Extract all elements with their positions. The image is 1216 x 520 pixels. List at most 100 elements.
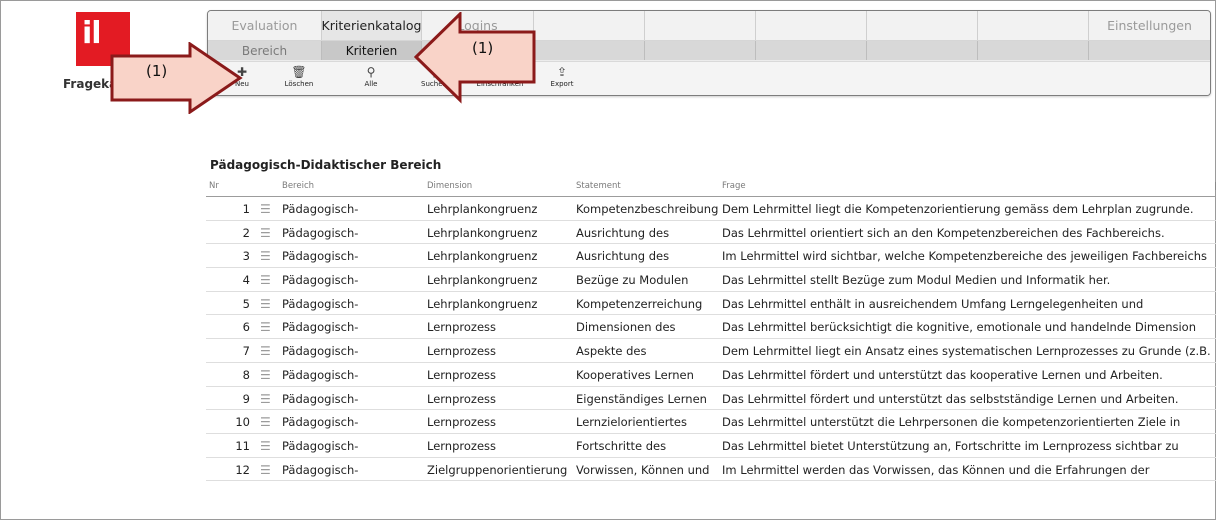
row-bereich: Pädagogisch- [282,367,359,382]
subtab-empty-3[interactable] [645,41,756,60]
export-label: Export [550,80,574,88]
table-row[interactable]: 6 ☰ Pädagogisch- Lernprozess Dimensionen des… [206,315,1216,340]
row-bereich: Pädagogisch- [282,462,359,477]
drag-handle-icon[interactable]: ☰ [260,202,271,216]
row-bereich: Pädagogisch- [282,391,359,406]
drag-handle-icon[interactable]: ☰ [260,368,271,382]
row-dimension: Lernprozess [427,367,496,382]
table-row[interactable]: 10 ☰ Pädagogisch- Lernprozess Lernzielorient… [206,410,1216,434]
row-nr: 7 [242,344,250,359]
search-icon: ⚲ [366,65,376,79]
row-bereich: Pädagogisch- [282,202,359,216]
row-frage: Dem Lehrmittel liegt ein Ansatz eines sy… [722,344,1211,359]
row-nr: 8 [242,367,250,382]
row-statement: Kooperatives Lernen [576,367,694,382]
tab-kriterienkatalog[interactable]: Kriterienkatalog [322,11,422,40]
table-row[interactable]: 7 ☰ Pädagogisch- Lernprozess Aspekte des Dem … [206,339,1216,363]
all-button[interactable]: ⚲ Alle [341,64,401,89]
drag-handle-icon[interactable]: ☰ [260,392,271,406]
drag-handle-icon[interactable]: ☰ [260,439,271,453]
drag-handle-icon[interactable]: ☰ [260,249,271,263]
row-statement: Kompetenzbeschreibung [576,202,719,216]
tab-empty-5[interactable] [978,11,1089,40]
drag-handle-icon[interactable]: ☰ [260,297,271,311]
row-nr: 4 [242,273,250,288]
row-statement: Eigenständiges Lernen [576,391,707,406]
row-nr: 11 [235,438,250,453]
all-label: Alle [364,80,378,88]
row-dimension: Lehrplankongruenz [427,296,538,311]
row-dimension: Lernprozess [427,438,496,453]
tab-empty-4[interactable] [867,11,978,40]
sub-tabs: Bereich Kriterien [208,41,1210,60]
table-row[interactable]: 8 ☰ Pädagogisch- Lernprozess Kooperatives Le… [206,363,1216,387]
row-dimension: Zielgruppenorientierung [427,462,568,477]
table-row[interactable]: 12 ☰ Pädagogisch- Zielgruppenorientierung Vo… [206,458,1216,482]
drag-handle-icon[interactable]: ☰ [260,320,271,334]
row-frage: Im Lehrmittel wird sichtbar, welche Komp… [722,249,1208,264]
row-statement: Dimensionen des [576,320,676,335]
subtab-empty-5[interactable] [867,41,978,60]
table-body: 1 ☰ Pädagogisch- Lehrplankongruenz Kompetenz… [206,197,1216,482]
subtab-kriterien[interactable]: Kriterien [322,41,422,60]
tab-empty-2[interactable] [645,11,756,40]
subtab-empty-6[interactable] [978,41,1089,60]
row-dimension: Lernprozess [427,391,496,406]
row-dimension: Lernprozess [427,344,496,359]
row-frage: Im Lehrmittel werden das Vorwissen, das … [722,462,1150,477]
col-dimension[interactable]: Dimension [427,181,472,191]
table-row[interactable]: 1 ☰ Pädagogisch- Lehrplankongruenz Kompetenz… [206,197,1216,221]
tab-evaluation[interactable]: Evaluation [208,11,322,40]
col-nr[interactable]: Nr [209,181,219,191]
callout-label-left: (1) [146,62,168,80]
main-tabs: Evaluation Kriterienkatalog Logins Einst… [208,11,1210,41]
subtab-empty-7[interactable] [1089,41,1210,60]
subtab-empty-4[interactable] [756,41,867,60]
row-nr: 12 [235,462,250,477]
col-statement[interactable]: Statement [576,181,621,191]
row-nr: 6 [242,320,250,335]
toolbar-panel: Evaluation Kriterienkatalog Logins Einst… [207,10,1211,96]
row-bereich: Pädagogisch- [282,320,359,335]
subtab-empty-2[interactable] [534,41,645,60]
table-row[interactable]: 2 ☰ Pädagogisch- Lehrplankongruenz Ausrichtu… [206,221,1216,245]
callout-arrow-left [414,12,536,104]
table-row[interactable]: 11 ☰ Pädagogisch- Lernprozess Fortschritte d… [206,434,1216,458]
action-bar: ✚ Neu 🗑 Löschen ⚲ Alle ⚲ Suchen ⚲ Einsch… [208,61,1210,95]
drag-handle-icon[interactable]: ☰ [260,463,271,477]
drag-handle-icon[interactable]: ☰ [260,415,271,429]
row-statement: Ausrichtung des [576,249,670,264]
row-nr: 1 [242,202,250,216]
drag-handle-icon[interactable]: ☰ [260,273,271,287]
delete-label: Löschen [284,80,314,88]
row-statement: Kompetenzerreichung [576,296,703,311]
tab-einstellungen[interactable]: Einstellungen [1089,11,1210,40]
export-icon: ⇪ [556,65,568,79]
delete-button[interactable]: 🗑 Löschen [269,64,329,89]
row-statement: Aspekte des [576,344,647,359]
col-frage[interactable]: Frage [722,181,746,191]
row-statement: Fortschritte des [576,438,667,453]
row-nr: 9 [242,391,250,406]
drag-handle-icon[interactable]: ☰ [260,226,271,240]
logo-text: il [82,16,102,51]
table-row[interactable]: 9 ☰ Pädagogisch- Lernprozess Eigenständiges … [206,387,1216,411]
tab-empty-3[interactable] [756,11,867,40]
table-row[interactable]: 4 ☰ Pädagogisch- Lehrplankongruenz Bezüge zu… [206,268,1216,292]
tab-empty-1[interactable] [534,11,645,40]
table-row[interactable]: 3 ☰ Pädagogisch- Lehrplankongruenz Ausrichtu… [206,244,1216,269]
row-frage: Das Lehrmittel bietet Unterstützung an, … [722,438,1179,453]
callout-arrow-right [110,42,243,114]
row-frage: Das Lehrmittel enthält in ausreichendem … [722,296,1144,311]
row-frage: Das Lehrmittel stellt Bezüge zum Modul M… [722,273,1111,288]
table-header: Nr Bereich Dimension Statement Frage [206,176,1216,197]
drag-handle-icon[interactable]: ☰ [260,344,271,358]
table-row[interactable]: 5 ☰ Pädagogisch- Lehrplankongruenz Kompetenz… [206,292,1216,316]
row-bereich: Pädagogisch- [282,415,359,430]
trash-icon: 🗑 [291,65,307,79]
row-frage: Das Lehrmittel fördert und unterstützt d… [722,391,1179,406]
row-frage: Das Lehrmittel berücksichtigt die kognit… [722,320,1197,335]
export-button[interactable]: ⇪ Export [532,64,592,89]
col-bereich[interactable]: Bereich [282,181,314,191]
row-bereich: Pädagogisch- [282,249,359,264]
